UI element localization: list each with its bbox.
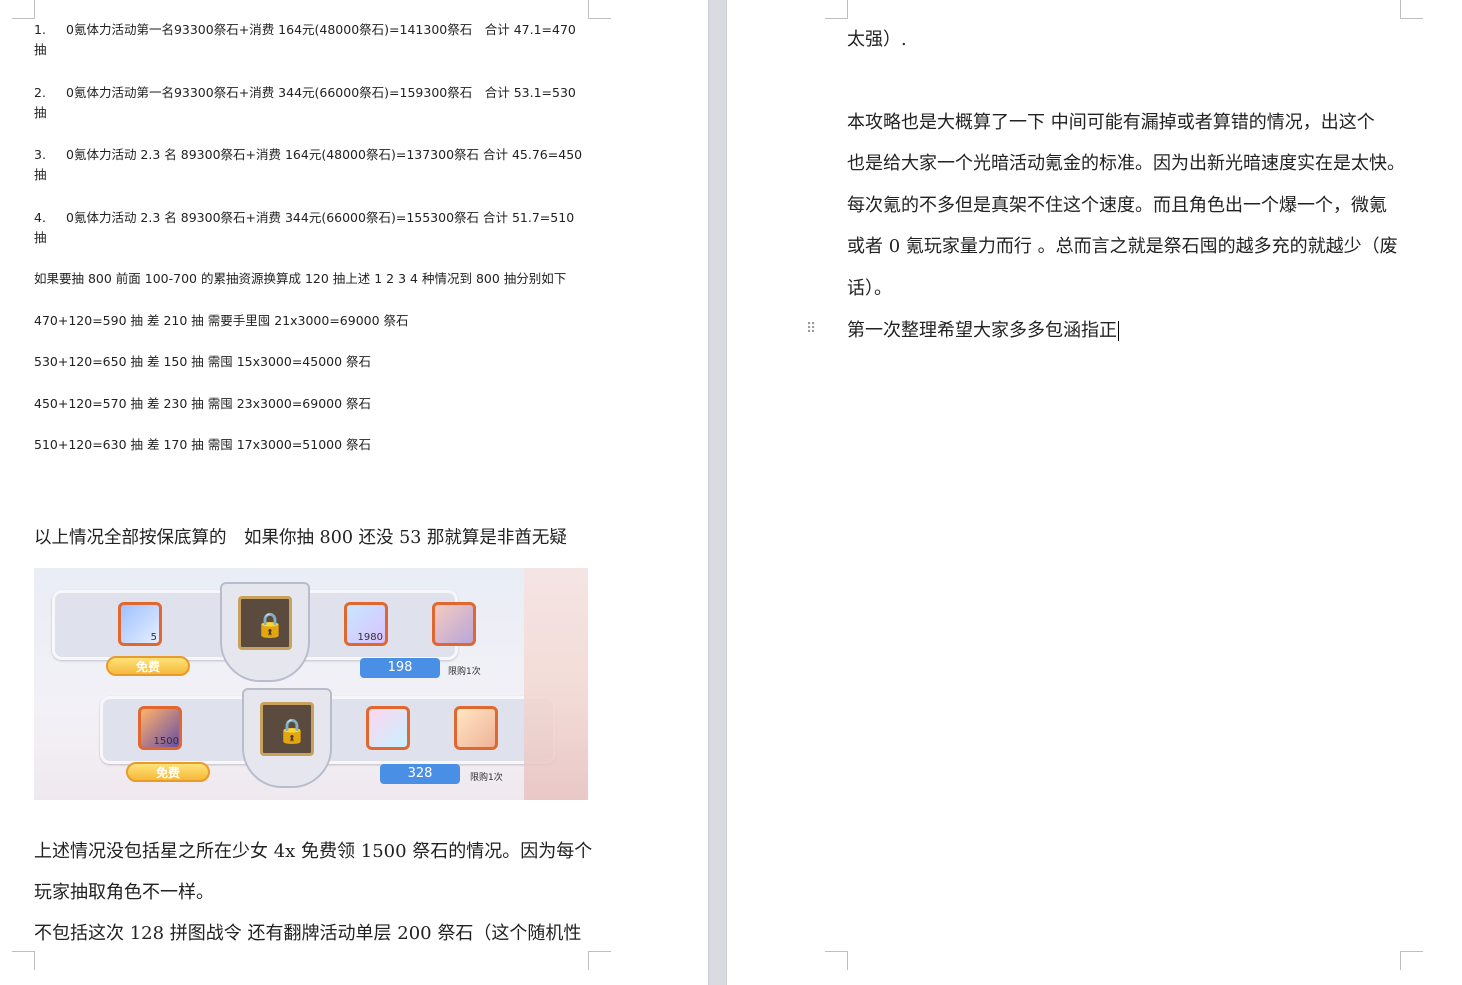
list-text: 0氪体力活动 2.3 名 89300祭石+消费 164元(48000祭石)=13… (66, 147, 583, 162)
closing-text: 第一次整理希望大家多多包涵指正 (847, 320, 1117, 341)
price-button[interactable]: 198 (360, 658, 440, 678)
guarantee-paragraph[interactable]: 以上情况全部按保底算的 如果你抽 800 还没 53 那就算是非酋无疑 (34, 518, 567, 559)
lock-shield: 🔒 (242, 688, 332, 788)
lock-icon: 🔒 (277, 717, 307, 745)
text-cursor (1118, 321, 1119, 341)
price-button[interactable]: 328 (380, 764, 460, 784)
crystal-item-icon: 1980 (344, 602, 388, 646)
crop-mark-top-right (588, 0, 611, 19)
list-text: 0氪体力活动第一名93300祭石+消费 344元(66000祭石)=159300… (66, 85, 576, 100)
list-item[interactable]: 1. 0氪体力活动第一名93300祭石+消费 164元(48000祭石)=1413… (34, 20, 590, 60)
list-text: 0氪体力活动第一名93300祭石+消费 164元(48000祭石)=141300… (66, 22, 576, 37)
page-gutter (708, 0, 727, 985)
strategy-paragraph-line[interactable]: 本攻略也是大概算了一下 中间可能有漏掉或者算错的情况，出这个 (847, 102, 1375, 143)
not-included-paragraph-line2[interactable]: 玩家抽取角色不一样。 (34, 872, 214, 913)
list-number: 1. (34, 22, 46, 37)
not-included-paragraph-line1[interactable]: 上述情况没包括星之所在少女 4x 免费领 1500 祭石的情况。因为每个 (34, 831, 592, 872)
not-included-paragraph-2[interactable]: 不包括这次 128 拼图战令 还有翻牌活动单层 200 祭石（这个随机性 (34, 913, 581, 954)
list-number: 2. (34, 85, 46, 100)
character-art (524, 568, 588, 800)
crop-mark-top-left (825, 0, 848, 19)
crop-mark-top-right (1400, 0, 1423, 19)
free-button[interactable]: 免费 (106, 656, 190, 676)
purchase-limit-label: 限购1次 (448, 667, 481, 677)
list-number: 4. (34, 210, 46, 225)
locked-slot: 🔒 (260, 702, 314, 756)
item-count: 1500 (153, 736, 179, 747)
item-count: 5 (150, 632, 157, 643)
star-item-icon (366, 706, 410, 750)
list-text-wrap: 抽 (34, 167, 47, 182)
item-count: 1980 (357, 632, 383, 643)
lock-icon: 🔒 (255, 611, 285, 639)
crop-mark-bottom-left (12, 951, 35, 970)
list-item[interactable]: 3. 0氪体力活动 2.3 名 89300祭石+消费 164元(48000祭石)=… (34, 145, 590, 185)
lock-shield: 🔒 (220, 582, 310, 682)
strategy-paragraph-line[interactable]: 也是给大家一个光暗活动氪金的标准。因为出新光暗速度实在是太快。 (847, 143, 1405, 184)
list-text: 0氪体力活动 2.3 名 89300祭石+消费 344元(66000祭石)=15… (66, 210, 575, 225)
embedded-game-screenshot[interactable]: 5 免费 🔒 1980 198 限购1次 1500 免费 🔒 328 限购1次 (34, 568, 588, 800)
crop-mark-bottom-right (588, 951, 611, 970)
list-item[interactable]: 4. 0氪体力活动 2.3 名 89300祭石+消费 344元(66000祭石)=… (34, 208, 590, 248)
document-page-left[interactable]: 1. 0氪体力活动第一名93300祭石+消费 164元(48000祭石)=1413… (0, 0, 708, 985)
list-text-wrap: 抽 (34, 230, 47, 245)
ticket-item-icon: 5 (118, 602, 162, 646)
list-number: 3. (34, 147, 46, 162)
free-button[interactable]: 免费 (126, 762, 210, 782)
calc-line[interactable]: 510+120=630 抽 差 170 抽 需囤 17x3000=51000 祭… (34, 435, 371, 455)
strategy-paragraph-line[interactable]: 或者 0 氪玩家量力而行 。总而言之就是祭石囤的越多充的就越少（废 (847, 226, 1398, 267)
list-item[interactable]: 2. 0氪体力活动第一名93300祭石+消费 344元(66000祭石)=1593… (34, 83, 590, 123)
closing-line[interactable]: 第一次整理希望大家多多包涵指正 (847, 310, 1119, 351)
paragraph-drag-handle-icon[interactable]: ⠿ (806, 321, 816, 337)
character-item-icon (432, 602, 476, 646)
list-text-wrap: 抽 (34, 42, 47, 57)
character-item-icon (454, 706, 498, 750)
continued-line[interactable]: 太强）. (847, 19, 907, 60)
crop-mark-bottom-right (1400, 951, 1423, 970)
crystal-shard-icon: 1500 (138, 706, 182, 750)
strategy-paragraph-line[interactable]: 话）。 (847, 268, 892, 309)
strategy-paragraph-line[interactable]: 每次氪的不多但是真架不住这个速度。而且角色出一个爆一个，微氪 (847, 185, 1387, 226)
locked-slot: 🔒 (238, 596, 292, 650)
summary-paragraph[interactable]: 如果要抽 800 前面 100-700 的累抽资源换算成 120 抽上述 1 2… (34, 269, 566, 289)
crop-mark-bottom-left (825, 951, 848, 970)
calc-line[interactable]: 530+120=650 抽 差 150 抽 需囤 15x3000=45000 祭… (34, 352, 371, 372)
calc-line[interactable]: 470+120=590 抽 差 210 抽 需要手里囤 21x3000=6900… (34, 311, 409, 331)
purchase-limit-label: 限购1次 (470, 773, 503, 783)
crop-mark-top-left (12, 0, 35, 19)
document-page-right[interactable]: 太强）. 本攻略也是大概算了一下 中间可能有漏掉或者算错的情况，出这个 也是给大… (727, 0, 1462, 985)
calc-line[interactable]: 450+120=570 抽 差 230 抽 需囤 23x3000=69000 祭… (34, 394, 371, 414)
list-text-wrap: 抽 (34, 105, 47, 120)
